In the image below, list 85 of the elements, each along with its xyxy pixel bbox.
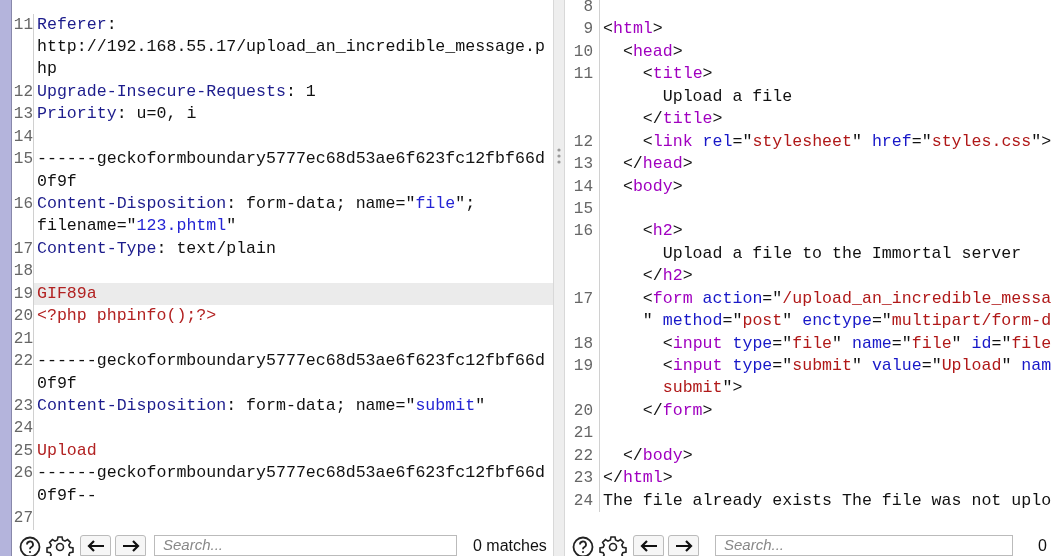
line-number: 24	[573, 491, 593, 510]
code-line: Content-Type: text/plain	[37, 238, 276, 258]
settings-icon[interactable]	[599, 535, 627, 556]
code-line: </h2>	[641, 266, 693, 286]
code-line: </html>	[603, 468, 673, 488]
grip-icon[interactable]	[556, 146, 562, 166]
help-icon[interactable]	[18, 535, 42, 556]
code-line: Upload a file to the Immortal server	[661, 243, 1022, 263]
help-icon[interactable]	[571, 535, 595, 556]
code-line: ------geckoformboundary5777ec68d53ae6f623fc12fbf66d	[37, 463, 545, 483]
search-field[interactable]: Search...	[154, 535, 457, 556]
match-count: 0 matches	[473, 535, 547, 556]
match-count: 0	[1038, 535, 1047, 556]
code-line: 0f9f	[37, 373, 77, 393]
line-number: 27	[13, 509, 33, 528]
code-line: <html>	[603, 19, 663, 39]
code-line: </title>	[641, 109, 723, 129]
code-line: http://192.168.55.17/upload_an_incredible_message.p	[37, 36, 545, 56]
code-line: Referer:	[37, 14, 117, 34]
code-line: <?php phpinfo();?>	[37, 306, 217, 326]
code-line: <body>	[621, 176, 683, 196]
code-line: ------geckoformboundary5777ec68d53ae6f623fc12fbf66d	[37, 351, 545, 371]
line-number: 16	[573, 222, 593, 241]
line-number: 15	[573, 199, 593, 218]
line-number: 21	[573, 424, 593, 443]
code-line: <input type="file" name="file" id="file	[661, 333, 1052, 353]
line-number: 20	[573, 401, 593, 420]
code-line: <form action="/upload_an_incredible_messa	[641, 288, 1052, 308]
line-number: 17	[573, 289, 593, 308]
line-number: 19	[13, 284, 33, 303]
code-line: 0f9f--	[37, 485, 97, 505]
code-line: 0f9f	[37, 171, 77, 191]
code-line: Upload	[37, 440, 97, 460]
line-number: 23	[13, 396, 33, 415]
code-line: The file already exists The file was not uplo	[603, 490, 1052, 510]
line-number: 22	[573, 446, 593, 465]
line-number: 9	[583, 20, 593, 39]
line-number: 16	[13, 195, 33, 213]
code-line: Upgrade-Insecure-Requests: 1	[37, 81, 316, 101]
line-number: 11	[13, 15, 33, 34]
line-number: 11	[573, 65, 593, 84]
code-line: <h2>	[641, 221, 683, 241]
back-button[interactable]	[80, 535, 111, 556]
line-number: 22	[13, 352, 33, 371]
forward-button[interactable]	[115, 535, 146, 556]
line-number: 8	[583, 0, 593, 16]
code-line: hp	[37, 59, 57, 79]
line-number: 19	[573, 357, 593, 375]
line-number: 12	[573, 132, 593, 151]
search-field[interactable]: Search...	[715, 535, 1013, 556]
code-line: " method="post" enctype="multipart/form-d	[641, 311, 1052, 331]
line-number: 20	[13, 307, 33, 326]
line-number: 24	[13, 419, 33, 438]
line-number: 13	[573, 155, 593, 174]
back-button[interactable]	[633, 535, 664, 556]
code-line: Content-Disposition: form-data; name="submit"	[37, 395, 486, 415]
code-line: <link rel="stylesheet" href="styles.css">	[641, 131, 1052, 151]
code-line: <title>	[641, 64, 713, 84]
settings-icon[interactable]	[46, 535, 74, 556]
code-line: <input type="submit" value="Upload" nam	[661, 356, 1052, 375]
line-number: 25	[13, 441, 33, 460]
line-number: 14	[13, 127, 33, 146]
forward-button[interactable]	[668, 535, 699, 556]
code-line: submit">	[661, 378, 743, 398]
code-line: filename="123.phtml"	[37, 216, 237, 236]
line-number: 26	[13, 464, 33, 483]
code-line: Upload a file	[661, 86, 793, 106]
code-line: Priority: u=0, i	[37, 104, 197, 124]
code-line: Content-Disposition: form-data; name="file";	[37, 194, 476, 213]
line-number: 18	[13, 262, 33, 281]
line-number: 15	[13, 150, 33, 169]
code-line: </form>	[641, 400, 713, 420]
code-line: </body>	[621, 445, 693, 465]
line-number: 12	[13, 82, 33, 101]
line-number: 21	[13, 329, 33, 348]
line-number: 23	[573, 469, 593, 488]
code-line: ------geckoformboundary5777ec68d53ae6f623fc12fbf66d	[37, 149, 545, 169]
line-number: 10	[573, 42, 593, 61]
line-number: 18	[573, 334, 593, 353]
line-number: 17	[13, 239, 33, 258]
line-number: 13	[13, 105, 33, 124]
code-line: </head>	[621, 154, 693, 174]
code-line: <head>	[621, 41, 683, 61]
line-number: 14	[573, 177, 593, 196]
code-line: GIF89a	[37, 283, 97, 303]
